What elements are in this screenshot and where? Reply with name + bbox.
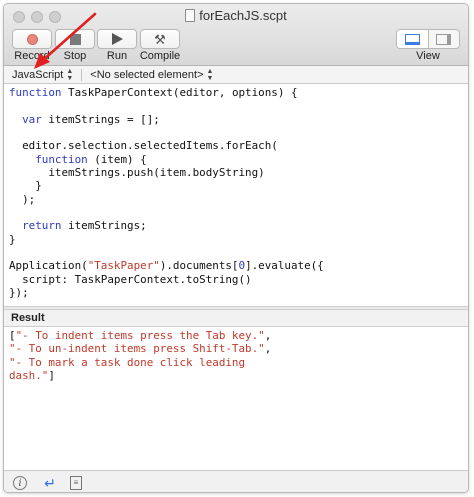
compile-label: Compile (139, 50, 181, 62)
record-label: Record (14, 50, 50, 62)
run-label: Run (106, 50, 128, 62)
code-token: }); (9, 286, 29, 300)
language-selector[interactable]: JavaScript ▲ ▼ (4, 68, 73, 82)
view-split-horizontal-button[interactable] (429, 30, 460, 48)
bottom-bar: i ↵ ≡ (4, 470, 468, 492)
result-line: "- To un-indent items press Shift-Tab.", (9, 342, 468, 356)
code-line: } (9, 233, 468, 246)
window-title-text: forEachJS.scpt (199, 8, 287, 23)
toolbar: forEachJS.scpt Record Stop Run ⚒ Compile… (4, 4, 468, 66)
code-line: } (9, 179, 468, 192)
document-icon (185, 9, 196, 22)
chevron-updown-icon: ▲ ▼ (66, 67, 74, 82)
code-token: function (35, 152, 88, 166)
result-token: "- To mark a task done click leading (9, 355, 246, 369)
code-line: }); (9, 286, 468, 299)
element-selector[interactable]: <No selected element> ▲ ▼ (82, 68, 213, 82)
code-token: itemStrings; (61, 219, 147, 233)
result-token: "- To un-indent items press Shift-Tab." (9, 342, 265, 356)
code-token: ).documents[ (159, 259, 239, 273)
code-token: return (22, 219, 62, 233)
result-token: ] (48, 369, 55, 383)
code-line: Application("TaskPaper").documents[0].ev… (9, 259, 468, 272)
code-token: } (9, 232, 16, 246)
record-button[interactable] (12, 29, 52, 49)
result-line: dash."] (9, 369, 468, 383)
code-line: script: TaskPaperContext.toString() (9, 273, 468, 286)
result-token: dash." (9, 369, 49, 383)
code-token: Application( (9, 259, 88, 273)
code-token: itemStrings.push(item.bodyString) (9, 166, 265, 180)
info-icon[interactable]: i (13, 476, 27, 490)
view-split-vertical-button[interactable] (397, 30, 429, 48)
stop-button[interactable] (55, 29, 95, 49)
script-editor-text-area[interactable]: function TaskPaperContext(editor, option… (4, 84, 468, 306)
result-header: Result (4, 310, 468, 327)
result-token: , (264, 329, 272, 342)
hammer-icon: ⚒ (154, 31, 166, 47)
code-token: ); (9, 192, 36, 206)
result-line: ["- To indent items press the Tab key.", (9, 329, 468, 343)
script-editor-window: forEachJS.scpt Record Stop Run ⚒ Compile… (3, 3, 469, 493)
view-segmented-control[interactable] (396, 29, 460, 49)
code-token: var (22, 112, 42, 126)
return-arrow-icon[interactable]: ↵ (42, 475, 58, 491)
stop-label: Stop (63, 50, 87, 62)
code-token: TaskPaperContext(editor, options) { (61, 86, 298, 99)
navigation-bar: JavaScript ▲ ▼ <No selected element> ▲ ▼ (4, 66, 468, 84)
view-label: View (416, 50, 440, 62)
code-token: script: TaskPaperContext.toString() (9, 272, 252, 286)
result-output-area[interactable]: ["- To indent items press the Tab key.",… (4, 327, 468, 470)
code-line: var itemStrings = []; (9, 113, 468, 126)
stop-square-icon (69, 33, 81, 45)
code-token: "TaskPaper" (87, 259, 160, 273)
play-icon (111, 33, 123, 45)
code-token: } (9, 179, 42, 193)
code-line: editor.selection.selectedItems.forEach( (9, 139, 468, 152)
window-title: forEachJS.scpt (4, 8, 468, 23)
language-selector-value: JavaScript (12, 68, 64, 81)
code-token: ].evaluate({ (245, 259, 324, 273)
code-token: itemStrings = []; (41, 112, 160, 126)
code-token: function (9, 86, 62, 99)
chevron-updown-icon: ▲ ▼ (206, 67, 214, 82)
result-line: "- To mark a task done click leading (9, 355, 468, 370)
element-selector-value: <No selected element> (90, 68, 204, 81)
result-token: "- To indent items press the Tab key." (15, 329, 265, 342)
code-line: ); (9, 193, 468, 206)
run-button[interactable] (97, 29, 137, 49)
code-token: (item) { (87, 152, 147, 166)
list-icon[interactable]: ≡ (70, 476, 82, 490)
record-dot-icon (26, 33, 38, 45)
sidebar-pane-icon (436, 33, 452, 45)
split-pane-icon (404, 33, 420, 45)
code-line: function TaskPaperContext(editor, option… (9, 86, 468, 99)
code-line: return itemStrings; (9, 219, 468, 232)
code-token: editor.selection.selectedItems.forEach( (9, 139, 278, 153)
compile-button[interactable]: ⚒ (140, 29, 180, 49)
result-token: , (264, 342, 272, 356)
code-line: itemStrings.push(item.bodyString) (9, 166, 468, 179)
code-line: function (item) { (9, 153, 468, 166)
